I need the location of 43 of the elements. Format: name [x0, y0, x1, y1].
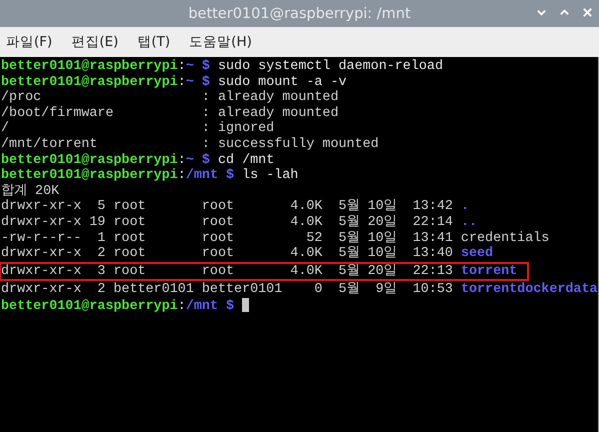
output-text: drwxr-xr-x 2 better0101 better0101 0 5월 9일 10:53 [1, 282, 454, 298]
prompt-user: better0101@raspberrypi [1, 298, 178, 314]
command-text: ls -lah [241, 168, 298, 184]
command-text: sudo mount -a -v [216, 74, 347, 90]
prompt-user: better0101@raspberrypi [1, 74, 178, 90]
output-text: drwxr-xr-x 3 root root 4.0K 5월 20일 22:13 [1, 264, 454, 279]
directory-name: . [460, 199, 469, 214]
minimize-icon[interactable] [536, 7, 547, 18]
output-text: drwxr-xr-x 5 root root 4.0K 5월 10일 13:42 [1, 199, 454, 214]
prompt-path: ~ $ [186, 74, 210, 90]
command-text: sudo systemctl daemon-reload [216, 59, 443, 74]
menu-item[interactable]: 도움말(H) [189, 33, 252, 51]
output-text: / : ignored [1, 121, 274, 136]
scrollbar[interactable] [598, 57, 599, 432]
directory-name: .. [460, 214, 478, 230]
output-text: /mnt/torrent : successfully mounted [1, 136, 379, 152]
prompt-separator: : [178, 74, 186, 90]
prompt-user: better0101@raspberrypi [1, 152, 178, 168]
command-text: cd /mnt [216, 152, 274, 168]
window-title: better0101@raspberrypi: /mnt [188, 6, 411, 22]
directory-name: torrent [460, 264, 518, 279]
output-text: /boot/firmware : already mounted [1, 106, 338, 121]
menu-item[interactable]: 파일(F) [6, 33, 52, 51]
menu-item[interactable]: 탭(T) [137, 33, 170, 51]
output-text: -rw-r--r-- 1 root root 52 5월 10일 13:41 credentials [1, 230, 550, 246]
prompt-separator: : [178, 152, 186, 168]
prompt-path: ~ $ [186, 152, 210, 168]
prompt-user: better0101@raspberrypi [1, 168, 178, 184]
menu-item[interactable]: 편집(E) [71, 33, 118, 51]
directory-name: torrentdockerdata [460, 282, 598, 298]
directory-name: seed [460, 246, 494, 262]
output-text: 합계 20K [1, 184, 60, 199]
prompt-path: ~ $ [186, 59, 210, 74]
output-text: drwxr-xr-x 19 root root 4.0K 5월 20일 22:14 [1, 214, 454, 230]
prompt-separator: : [178, 168, 186, 184]
prompt-path: /mnt $ [186, 298, 234, 314]
prompt-user: better0101@raspberrypi [1, 59, 178, 74]
output-text: /proc : already mounted [1, 90, 338, 106]
output-text: drwxr-xr-x 2 root root 4.0K 5월 10일 13:40 [1, 246, 454, 262]
prompt-path: /mnt $ [186, 168, 234, 184]
prompt-separator: : [178, 59, 186, 74]
prompt-separator: : [178, 298, 186, 314]
close-icon[interactable] [582, 7, 593, 18]
